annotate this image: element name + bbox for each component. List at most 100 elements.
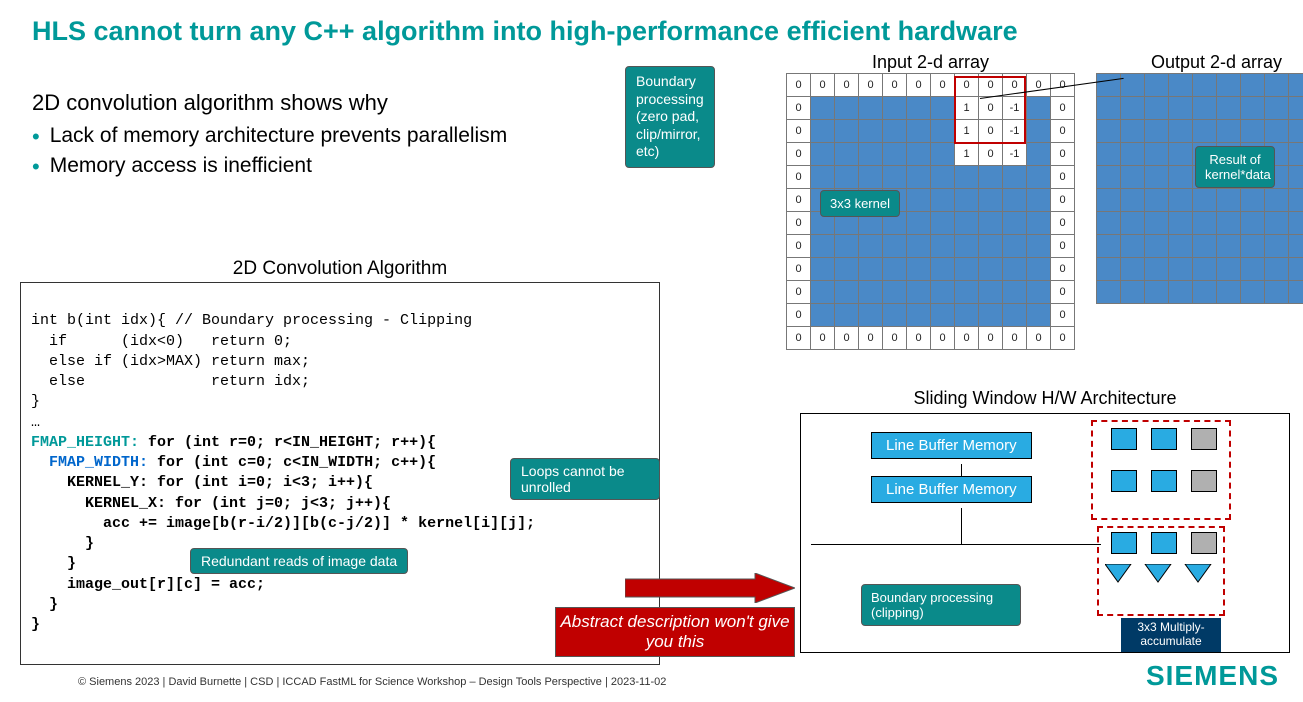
mac-label: 3x3 Multiply-accumulate [1121,618,1221,652]
grid-cell [859,143,882,165]
grid-cell [1193,74,1216,96]
grid-cell: 0 [1003,327,1026,349]
grid-cell [1289,120,1303,142]
grid-cell [931,235,954,257]
grid-cell [907,304,930,326]
code-line: for (int c=0; c<IN_WIDTH; c++){ [148,454,436,471]
bullet-2-text: Memory access is inefficient [50,154,312,178]
grid-cell [1027,189,1050,211]
grid-cell [907,235,930,257]
grid-cell: 0 [787,212,810,234]
grid-cell [835,258,858,280]
grid-cell: 0 [1027,327,1050,349]
grid-cell [955,189,978,211]
grid-cell [1169,189,1192,211]
grid-cell [955,281,978,303]
grid-cell [1241,258,1264,280]
grid-cell: 0 [931,327,954,349]
grid-cell [1121,281,1144,303]
grid-cell [883,143,906,165]
grid-cell [1265,258,1288,280]
grid-cell [1145,212,1168,234]
grid-cell [979,166,1002,188]
grid-cell [835,281,858,303]
grid-cell: 0 [979,120,1002,142]
code-line: } [31,393,40,410]
grid-cell [1217,281,1240,303]
grid-cell [1193,212,1216,234]
grid-cell [1265,97,1288,119]
grid-cell [883,166,906,188]
grid-cell [1027,304,1050,326]
code-line: int b(int idx){ // Boundary processing -… [31,312,472,329]
grid-cell [883,120,906,142]
grid-cell [1145,74,1168,96]
grid-cell [1193,120,1216,142]
grid-cell [859,235,882,257]
grid-cell [931,166,954,188]
grid-cell [1121,120,1144,142]
grid-cell [931,304,954,326]
grid-cell: 0 [859,327,882,349]
grid-cell [979,304,1002,326]
grid-cell [931,189,954,211]
code-line: for (int r=0; r<IN_HEIGHT; r++){ [139,434,436,451]
grid-cell [979,212,1002,234]
grid-cell [1097,235,1120,257]
grid-cell [1097,120,1120,142]
grid-cell [1289,166,1303,188]
grid-cell [835,166,858,188]
grid-cell: 0 [787,74,810,96]
arrow-icon [625,573,795,603]
grid-cell: 0 [907,74,930,96]
grid-cell [1217,258,1240,280]
grid-cell [883,235,906,257]
grid-cell [1097,281,1120,303]
grid-cell [1289,281,1303,303]
grid-cell [907,97,930,119]
grid-cell [1217,235,1240,257]
grid-cell [1265,235,1288,257]
grid-cell [835,304,858,326]
grid-cell [931,212,954,234]
grid-cell: -1 [1003,120,1026,142]
grid-cell [1097,212,1120,234]
grid-cell [907,281,930,303]
grid-cell: 0 [787,235,810,257]
grid-cell: 0 [979,97,1002,119]
code-line: if (idx<0) return 0; [31,333,292,350]
grid-cell [1265,212,1288,234]
grid-cell [1003,212,1026,234]
grid-cell [811,97,834,119]
code-line: } [31,555,76,572]
siemens-logo: SIEMENS [1146,660,1279,692]
grid-cell [907,166,930,188]
grid-cell [1145,258,1168,280]
grid-cell [811,120,834,142]
grid-cell [1217,120,1240,142]
code-line: KERNEL_X: for (int j=0; j<3; j++){ [31,495,391,512]
grid-cell: 0 [1027,74,1050,96]
grid-cell [1097,74,1120,96]
code-line: KERNEL_Y: for (int i=0; i<3; i++){ [31,474,373,491]
grid-cell [1145,97,1168,119]
grid-cell [1027,235,1050,257]
grid-cell [931,97,954,119]
grid-cell [1003,166,1026,188]
red-warning-box: Abstract description won't give you this [555,607,795,657]
grid-cell: 0 [787,304,810,326]
bullet-1-text: Lack of memory architecture prevents par… [50,124,508,148]
grid-cell [907,258,930,280]
grid-cell [907,120,930,142]
grid-cell [835,97,858,119]
grid-cell [1027,120,1050,142]
grid-cell [1169,258,1192,280]
grid-cell [1265,120,1288,142]
grid-cell [883,281,906,303]
grid-cell: 0 [955,327,978,349]
sliding-window-box: Line Buffer Memory Line Buffer Memory Bo… [800,413,1290,653]
grid-cell [1289,212,1303,234]
grid-cell [955,258,978,280]
output-grid-title: Output 2-d array [1096,52,1303,73]
code-line: acc += image[b(r-i/2)][b(c-j/2)] * kerne… [31,515,535,532]
